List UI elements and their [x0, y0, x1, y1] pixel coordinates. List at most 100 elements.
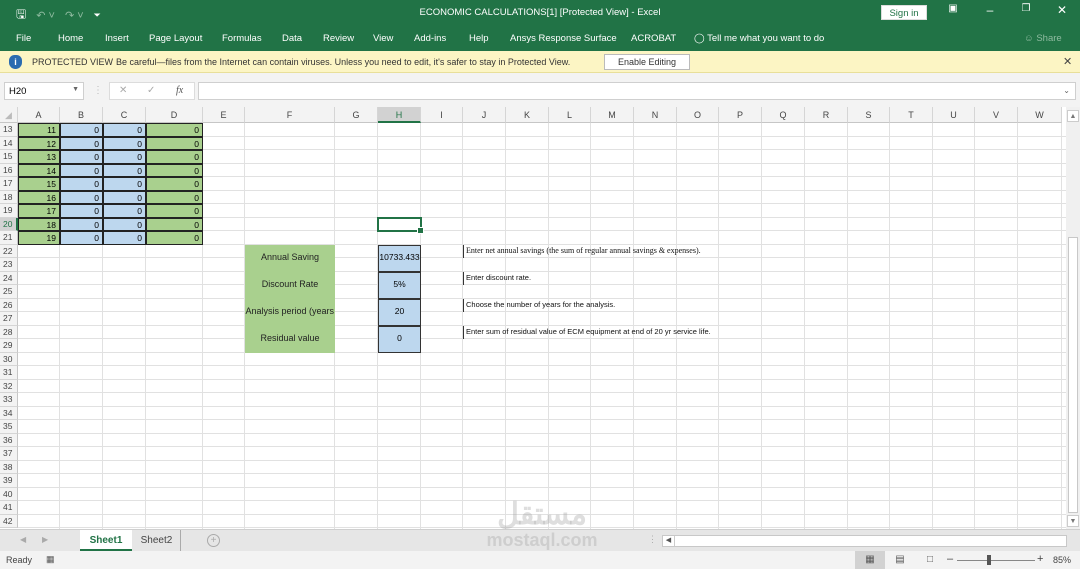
row-header-42[interactable]: 42	[0, 514, 18, 528]
tab-acrobat[interactable]: ACROBAT	[631, 33, 676, 44]
row-header-38[interactable]: 38	[0, 460, 18, 474]
sheet-tab-sheet2[interactable]: Sheet2	[133, 530, 181, 551]
row-header-35[interactable]: 35	[0, 420, 18, 434]
cell-b14[interactable]: 0	[60, 136, 103, 150]
restore-icon[interactable]: ❐	[1016, 3, 1036, 14]
row-header-34[interactable]: 34	[0, 406, 18, 420]
cell-a16[interactable]: 14	[18, 163, 60, 177]
cell-c13[interactable]: 0	[103, 123, 146, 137]
scroll-left-icon[interactable]: ◀	[663, 536, 675, 546]
tab-view[interactable]: View	[373, 33, 393, 44]
cell-b18[interactable]: 0	[60, 190, 103, 204]
cell-b16[interactable]: 0	[60, 163, 103, 177]
column-header-f[interactable]: F	[245, 107, 335, 123]
row-header-16[interactable]: 16	[0, 163, 18, 177]
cell-a19[interactable]: 17	[18, 204, 60, 218]
cell-d14[interactable]: 0	[146, 136, 203, 150]
cell-b15[interactable]: 0	[60, 150, 103, 164]
close-icon[interactable]: ✕	[1052, 3, 1072, 17]
horizontal-scrollbar[interactable]: ◀ ▶	[662, 535, 1067, 547]
tell-me-search[interactable]: ◯ Tell me what you want to do	[694, 33, 824, 44]
row-header-26[interactable]: 26	[0, 298, 18, 312]
row-header-24[interactable]: 24	[0, 271, 18, 285]
cell-a17[interactable]: 15	[18, 177, 60, 191]
row-header-17[interactable]: 17	[0, 177, 18, 191]
zoom-slider-thumb[interactable]	[987, 555, 991, 565]
value-annual-saving[interactable]: 10733.433	[378, 244, 421, 272]
note-discount-rate[interactable]: Enter discount rate.	[463, 271, 823, 285]
row-header-28[interactable]: 28	[0, 325, 18, 339]
tab-add-ins[interactable]: Add-ins	[414, 33, 446, 44]
vertical-scrollbar[interactable]: ▲ ▼	[1066, 107, 1080, 529]
zoom-slider[interactable]	[957, 560, 1035, 561]
row-header-39[interactable]: 39	[0, 474, 18, 488]
label-annual-saving[interactable]: Annual Saving	[245, 244, 335, 272]
row-header-36[interactable]: 36	[0, 433, 18, 447]
tab-page-layout[interactable]: Page Layout	[149, 33, 202, 44]
cell-a18[interactable]: 16	[18, 190, 60, 204]
share-button[interactable]: ☺ Share	[1024, 33, 1062, 44]
select-all-corner[interactable]: ◢	[0, 107, 18, 123]
cell-c17[interactable]: 0	[103, 177, 146, 191]
column-header-k[interactable]: K	[506, 107, 549, 123]
cell-a14[interactable]: 12	[18, 136, 60, 150]
cell-c14[interactable]: 0	[103, 136, 146, 150]
column-header-m[interactable]: M	[591, 107, 634, 123]
cell-d19[interactable]: 0	[146, 204, 203, 218]
formula-input[interactable]: ⌄	[198, 82, 1076, 100]
macro-recording-icon[interactable]: ▦	[46, 554, 55, 565]
cell-c15[interactable]: 0	[103, 150, 146, 164]
tab-file[interactable]: File	[16, 33, 31, 44]
cell-d17[interactable]: 0	[146, 177, 203, 191]
column-header-n[interactable]: N	[634, 107, 677, 123]
label-residual-value[interactable]: Residual value	[245, 325, 335, 353]
expand-formula-bar-icon[interactable]: ⌄	[1063, 86, 1070, 95]
name-box[interactable]: H20 ▼	[4, 82, 84, 100]
cell-d18[interactable]: 0	[146, 190, 203, 204]
ribbon-display-options-icon[interactable]: ▣	[943, 3, 963, 14]
cell-d13[interactable]: 0	[146, 123, 203, 137]
value-analysis-period[interactable]: 20	[378, 298, 421, 326]
prev-sheet-icon[interactable]: ◀	[20, 535, 26, 544]
row-header-13[interactable]: 13	[0, 123, 18, 137]
row-header-14[interactable]: 14	[0, 136, 18, 150]
column-header-g[interactable]: G	[335, 107, 378, 123]
value-residual-value[interactable]: 0	[378, 325, 421, 353]
cell-c16[interactable]: 0	[103, 163, 146, 177]
label-discount-rate[interactable]: Discount Rate	[245, 271, 335, 299]
cell-a15[interactable]: 13	[18, 150, 60, 164]
scroll-down-icon[interactable]: ▼	[1067, 515, 1079, 527]
row-header-30[interactable]: 30	[0, 352, 18, 366]
vertical-scroll-thumb[interactable]	[1068, 237, 1078, 513]
column-header-i[interactable]: I	[421, 107, 463, 123]
tab-data[interactable]: Data	[282, 33, 302, 44]
column-header-w[interactable]: W	[1018, 107, 1062, 123]
scroll-up-icon[interactable]: ▲	[1067, 110, 1079, 122]
minimize-icon[interactable]: –	[980, 3, 1000, 17]
close-bar-icon[interactable]: ✕	[1063, 55, 1072, 68]
cell-c19[interactable]: 0	[103, 204, 146, 218]
active-cell-cursor[interactable]	[377, 216, 424, 234]
label-analysis-period[interactable]: Analysis period (years	[245, 298, 335, 326]
cell-b19[interactable]: 0	[60, 204, 103, 218]
sheet-tab-sheet1[interactable]: Sheet1	[80, 530, 132, 551]
row-header-33[interactable]: 33	[0, 393, 18, 407]
cell-d21[interactable]: 0	[146, 231, 203, 245]
sign-in-button[interactable]: Sign in	[881, 5, 927, 20]
column-header-t[interactable]: T	[890, 107, 933, 123]
chevron-down-icon[interactable]: ▼	[72, 86, 79, 93]
drag-handle-icon[interactable]: ⋮	[93, 85, 103, 96]
zoom-in-icon[interactable]: +	[1037, 553, 1043, 565]
next-sheet-icon[interactable]: ▶	[42, 535, 48, 544]
row-header-41[interactable]: 41	[0, 501, 18, 515]
row-header-21[interactable]: 21	[0, 231, 18, 245]
cell-c20[interactable]: 0	[103, 217, 146, 231]
row-header-31[interactable]: 31	[0, 366, 18, 380]
cell-d20[interactable]: 0	[146, 217, 203, 231]
splitter-handle-icon[interactable]: ⋮	[648, 534, 657, 545]
tab-formulas[interactable]: Formulas	[222, 33, 262, 44]
row-header-19[interactable]: 19	[0, 204, 18, 218]
column-header-j[interactable]: J	[463, 107, 506, 123]
column-header-p[interactable]: P	[719, 107, 762, 123]
row-header-23[interactable]: 23	[0, 258, 18, 272]
